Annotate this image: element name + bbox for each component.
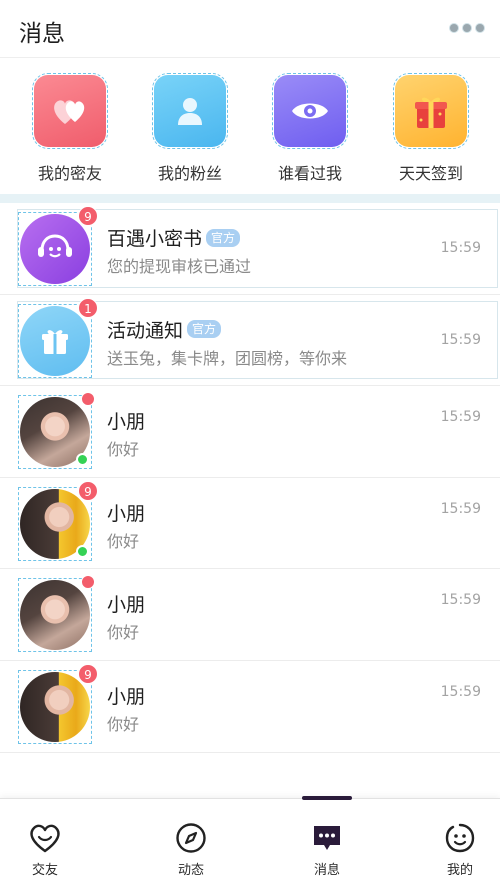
message-preview: 送玉兔，集卡牌，团圆榜，等你来 [107, 348, 348, 368]
contact-name: 小朋 [107, 407, 145, 434]
smile-face-icon [443, 821, 477, 855]
message-preview: 您的提现审核已通过 [107, 257, 252, 276]
message-preview: 你好 [107, 440, 140, 460]
unread-badge: 9 [78, 663, 98, 684]
contact-name-text: 小朋 [107, 411, 146, 434]
message-time: 15:59 [440, 409, 481, 426]
tab-label: 我的 [446, 863, 473, 878]
official-tag: 官方 [206, 228, 241, 247]
quick-entry-label: 我的粉丝 [157, 164, 222, 183]
contact-name-text: 小朋 [107, 685, 146, 708]
tab-label: 动态 [177, 863, 204, 878]
message-time: 15:59 [440, 331, 481, 348]
tab-label: 消息 [313, 863, 340, 878]
contact-name: 活动通知 官方 [107, 316, 222, 343]
list-item[interactable]: 9 百遇小密书 官方 您的提现审核已通过 15:59 [0, 203, 500, 295]
avatar: 9 [18, 480, 98, 561]
list-item[interactable]: 小朋 你好 15:59 [0, 386, 500, 478]
online-indicator [76, 453, 89, 467]
avatar: 9 [18, 206, 98, 286]
quick-entry-checkin[interactable]: 天天签到 [381, 73, 481, 184]
chat-bubble-icon [310, 821, 344, 855]
unread-badge: 9 [78, 480, 98, 501]
quick-entry-label: 天天签到 [398, 164, 463, 183]
message-time: 15:59 [440, 683, 481, 700]
quick-entry-visitors[interactable]: 谁看过我 [260, 73, 360, 184]
tab-friends[interactable]: 交友 [5, 821, 85, 878]
quick-entry-fans[interactable]: 我的粉丝 [140, 73, 240, 184]
contact-name-text: 小朋 [107, 502, 146, 525]
tab-messages[interactable]: 消息 [287, 821, 367, 878]
tab-label: 交友 [31, 863, 58, 878]
avatar [18, 392, 95, 470]
contact-name-text: 百遇小密书 [107, 228, 203, 250]
message-preview: 你好 [107, 623, 140, 643]
message-time: 15:59 [440, 500, 481, 517]
message-preview: 你好 [107, 714, 140, 734]
quick-entry-close-friends[interactable]: 我的密友 [20, 73, 120, 184]
unread-badge: 1 [78, 297, 98, 318]
header-bar: 消息 [0, 0, 500, 58]
online-indicator [76, 544, 89, 558]
unread-dot [81, 392, 95, 407]
official-tag: 官方 [187, 320, 222, 339]
avatar: 9 [18, 663, 98, 744]
bottom-tab-bar: 交友 动态 消息 我的 [0, 796, 500, 889]
gift-box-icon [393, 73, 469, 149]
quick-entry-label: 谁看过我 [277, 164, 342, 183]
user-photo [20, 580, 90, 651]
list-item[interactable]: 1 活动通知 官方 送玉兔，集卡牌，团圆榜，等你来 15:59 [0, 294, 500, 387]
list-item[interactable]: 小朋 你好 15:59 [0, 569, 500, 661]
tab-moments[interactable]: 动态 [151, 821, 231, 878]
contact-name: 百遇小密书 官方 [107, 224, 241, 251]
heart-smile-icon [28, 821, 62, 855]
unread-badge: 9 [78, 206, 98, 226]
contact-name-text: 活动通知 [107, 319, 184, 342]
compass-icon [174, 821, 208, 855]
list-item[interactable]: 9 小朋 你好 15:59 [0, 660, 500, 753]
message-preview: 你好 [107, 531, 140, 551]
message-list: 9 百遇小密书 官方 您的提现审核已通过 15:59 1 活动通知 官方 送玉兔… [0, 203, 500, 753]
contact-name: 小朋 [107, 499, 145, 526]
assistant-bot-icon [20, 214, 90, 284]
message-time: 15:59 [440, 240, 481, 256]
unread-dot [81, 575, 95, 590]
contact-name: 小朋 [107, 590, 145, 617]
message-time: 15:59 [440, 592, 481, 609]
tab-profile[interactable]: 我的 [420, 821, 500, 878]
avatar: 1 [18, 297, 98, 378]
active-tab-indicator [302, 796, 352, 800]
list-item[interactable]: 9 小朋 你好 15:59 [0, 477, 500, 570]
hearts-icon [32, 73, 108, 149]
quick-entries: 我的密友 我的粉丝 谁看过我 天天签到 [0, 59, 500, 194]
eye-icon [272, 73, 348, 149]
person-icon [152, 73, 228, 149]
more-dots-icon[interactable] [450, 18, 484, 38]
gift-icon [20, 305, 90, 376]
quick-entry-label: 我的密友 [37, 164, 102, 183]
page-title: 消息 [19, 21, 65, 47]
section-divider [0, 194, 500, 203]
contact-name-text: 小朋 [107, 594, 146, 617]
user-photo [20, 671, 90, 742]
avatar [18, 575, 95, 653]
contact-name: 小朋 [107, 682, 145, 709]
